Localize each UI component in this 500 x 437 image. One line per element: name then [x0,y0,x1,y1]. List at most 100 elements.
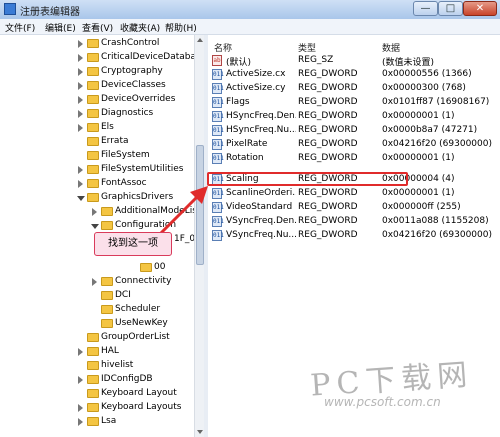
value-data: 0x04216f20 (69300000) [382,139,492,149]
expand-arrow-icon[interactable] [92,208,97,216]
expand-arrow-icon[interactable] [92,278,97,286]
tree-item-label: AdditionalModeLis [115,206,197,216]
folder-icon [87,95,99,104]
folder-icon [87,151,99,160]
value-data: 0x0101ff87 (16908167) [382,97,490,107]
column-header-type[interactable]: 类型 [298,41,316,54]
folder-icon [87,53,99,62]
column-header-name[interactable]: 名称 [214,41,232,54]
expand-arrow-icon[interactable] [78,68,83,76]
value-row-activesize-cx[interactable]: 011 ActiveSize.cx REG_DWORD 0x00000556 (… [208,68,500,82]
value-type: REG_DWORD [298,97,358,107]
value-row-default[interactable]: ab (默认) REG_SZ (数值未设置) [208,54,500,68]
close-button[interactable]: ✕ [463,1,497,16]
value-data: 0x00000300 (768) [382,83,466,93]
minimize-button[interactable]: — [413,1,438,16]
expand-arrow-icon[interactable] [78,110,83,118]
expand-arrow-icon[interactable] [78,376,83,384]
value-type: REG_DWORD [298,202,358,212]
value-type: REG_DWORD [298,216,358,226]
expand-arrow-icon[interactable] [78,54,83,62]
tree-item-label: Lsa [101,416,117,426]
expand-arrow-icon[interactable] [78,166,83,174]
dword-value-icon: 011 [212,69,224,80]
tree-item-label: Keyboard Layout [101,388,177,398]
dword-value-icon: 011 [212,97,224,108]
expand-arrow-icon[interactable] [78,348,83,356]
folder-icon [87,389,99,398]
value-row-hsyncfreq-nu[interactable]: 011 HSyncFreq.Nu... REG_DWORD 0x0000b8a7… [208,124,500,138]
tree-item-label: DeviceOverrides [101,94,176,104]
expand-arrow-icon[interactable] [78,96,83,104]
expand-arrow-icon[interactable] [78,40,83,48]
folder-icon [101,277,113,286]
value-name: ScanlineOrderi... [226,188,296,198]
value-data: 0x0000b8a7 (47271) [382,125,478,135]
value-row-hsyncfreq-den[interactable]: 011 HSyncFreq.Den... REG_DWORD 0x0000000… [208,110,500,124]
folder-icon [87,137,99,146]
scroll-up-arrow-icon[interactable] [197,38,203,42]
tree-item-label: IDConfigDB [101,374,153,384]
tree-item-label: Configuration [115,220,177,230]
folder-icon [87,417,99,426]
dword-value-icon: 011 [212,216,224,227]
collapse-arrow-icon[interactable] [77,196,85,201]
value-name: (默认) [226,58,252,68]
tree-item-label: HAL [101,346,119,356]
folder-icon [87,403,99,412]
folder-icon [87,375,99,384]
maximize-button[interactable]: □ [438,1,463,16]
expand-arrow-icon[interactable] [78,82,83,90]
value-name: HSyncFreq.Den... [226,111,296,121]
expand-arrow-icon[interactable] [78,418,83,426]
value-row-vsyncfreq-den[interactable]: 011 VSyncFreq.Den... REG_DWORD 0x0011a08… [208,215,500,229]
menu-edit[interactable]: 编辑(E) [45,21,76,34]
string-value-icon: ab [212,55,222,66]
tree-item-label: 00 [154,262,166,272]
value-name: VideoStandard [226,202,293,212]
value-data: 0x0011a088 (1155208) [382,216,489,226]
dword-value-icon: 011 [212,153,224,164]
tree-item-label: 1F_0 [174,234,196,244]
tree-item-label: GroupOrderList [101,332,170,342]
value-row-activesize-cy[interactable]: 011 ActiveSize.cy REG_DWORD 0x00000300 (… [208,82,500,96]
scroll-down-arrow-icon[interactable] [197,430,203,434]
dword-value-icon: 011 [212,111,224,122]
value-name: VSyncFreq.Den... [226,216,296,226]
open-folder-icon [87,193,99,202]
open-folder-icon [140,263,152,272]
folder-icon [87,39,99,48]
menu-file[interactable]: 文件(F) [5,21,35,34]
expand-arrow-icon[interactable] [78,404,83,412]
expand-arrow-icon[interactable] [78,180,83,188]
tree-item-label: FontAssoc [101,178,147,188]
tree-item-label: FileSystem [101,150,150,160]
value-row-videostandard[interactable]: 011 VideoStandard REG_DWORD 0x000000ff (… [208,201,500,215]
value-row-rotation[interactable]: 011 Rotation REG_DWORD 0x00000001 (1) [208,152,500,166]
value-row-vsyncfreq-nu[interactable]: 011 VSyncFreq.Nu... REG_DWORD 0x04216f20… [208,229,500,243]
value-type: REG_DWORD [298,69,358,79]
menu-help[interactable]: 帮助(H) [165,21,197,34]
title-bar: 注册表编辑器 — □ ✕ [0,0,500,20]
folder-icon [87,333,99,342]
dword-value-icon: 011 [212,230,224,241]
folder-icon [87,347,99,356]
column-header-data[interactable]: 数据 [382,41,400,54]
tree-item-label: Keyboard Layouts [101,402,182,412]
dword-value-icon: 011 [212,83,224,94]
value-row-scanlineordering[interactable]: 011 ScanlineOrderi... REG_DWORD 0x000000… [208,187,500,201]
value-name: PixelRate [226,139,268,149]
tree-item-label: Els [101,122,114,132]
value-type: REG_DWORD [298,111,358,121]
value-row-pixelrate[interactable]: 011 PixelRate REG_DWORD 0x04216f20 (6930… [208,138,500,152]
value-name: ActiveSize.cx [226,69,286,79]
collapse-arrow-icon[interactable] [91,224,99,229]
folder-icon [87,123,99,132]
value-name: ActiveSize.cy [226,83,286,93]
scrollbar-thumb[interactable] [196,145,204,265]
menu-view[interactable]: 查看(V) [82,21,113,34]
expand-arrow-icon[interactable] [78,124,83,132]
menu-favorites[interactable]: 收藏夹(A) [120,21,160,34]
folder-icon [87,67,99,76]
value-row-flags[interactable]: 011 Flags REG_DWORD 0x0101ff87 (16908167… [208,96,500,110]
